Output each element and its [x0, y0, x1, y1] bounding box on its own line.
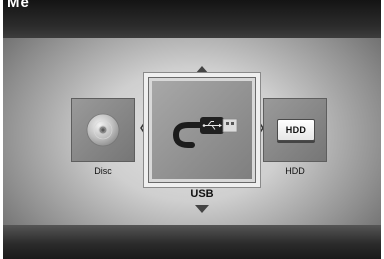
bottom-bar — [3, 225, 381, 259]
arrow-left-icon[interactable] — [140, 122, 146, 134]
hdd-badge-text: HDD — [285, 125, 307, 135]
disc-label: Disc — [94, 166, 112, 176]
hdd-tile[interactable]: HDD — [263, 98, 327, 162]
disc-icon — [86, 113, 120, 147]
home-screen: Me Disc USB HDD HDD — [3, 0, 381, 259]
arrow-down-icon[interactable] — [195, 205, 209, 213]
top-bar: Me — [3, 0, 381, 38]
usb-plug-icon — [172, 117, 238, 148]
hdd-label: HDD — [285, 166, 305, 176]
page-title: Me — [7, 0, 30, 11]
arrow-up-icon[interactable] — [195, 66, 209, 74]
hdd-icon: HDD — [277, 119, 315, 141]
usb-label: USB — [190, 188, 214, 200]
disc-tile[interactable] — [71, 98, 135, 162]
usb-tile[interactable] — [149, 78, 255, 182]
